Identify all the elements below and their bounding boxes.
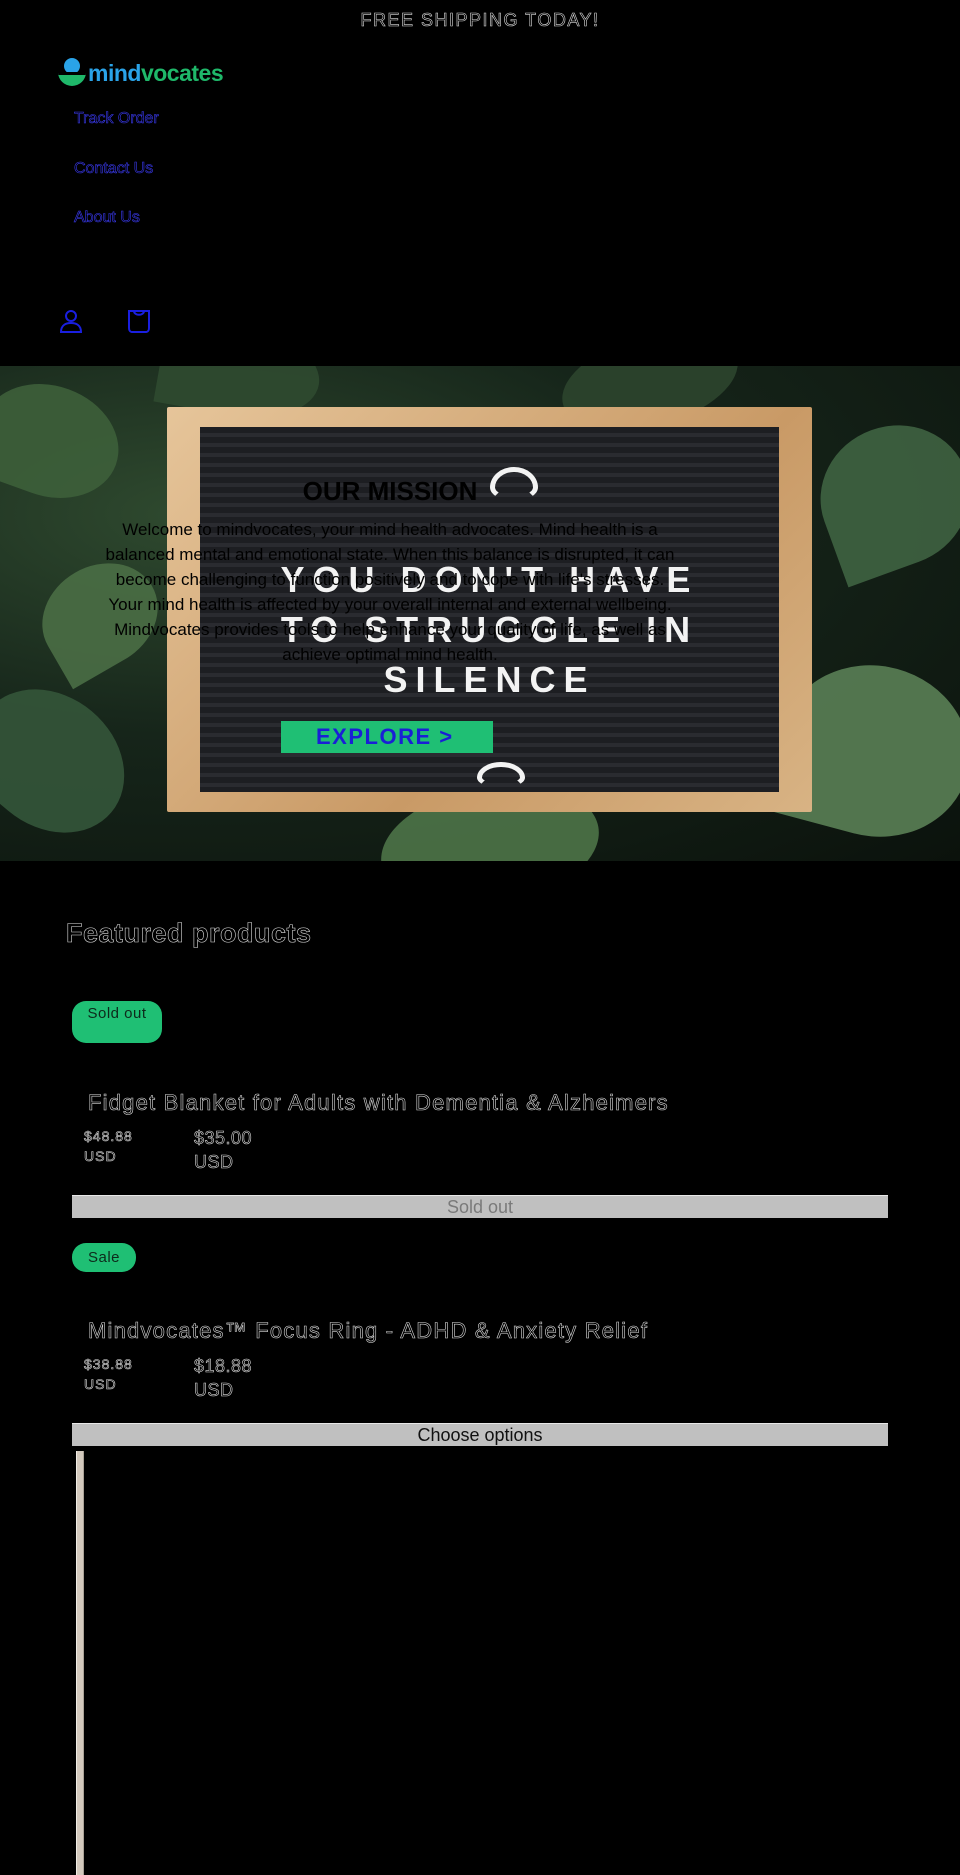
header-icons	[58, 308, 152, 334]
product-title[interactable]: Fidget Blanket for Adults with Dementia …	[88, 1090, 669, 1116]
nav-contact-us[interactable]: Contact Us	[74, 158, 159, 208]
nav-track-order[interactable]: Track Order	[74, 108, 159, 158]
account-icon[interactable]	[58, 308, 84, 334]
sold-out-button[interactable]: Sold out	[72, 1195, 888, 1218]
regular-price: $38.88 USD	[84, 1356, 133, 1393]
mission-title: OUR MISSION	[302, 476, 478, 506]
featured-products-title: Featured products	[66, 918, 312, 949]
sale-price: $35.00 USD	[194, 1128, 253, 1173]
logo[interactable]: mindvocates	[58, 58, 224, 88]
mission-block: OUR MISSION Welcome to mindvocates, your…	[100, 476, 680, 667]
heart-icon	[477, 762, 525, 788]
choose-options-button[interactable]: Choose options	[72, 1423, 888, 1446]
explore-button[interactable]: EXPLORE >	[281, 721, 493, 753]
product-title[interactable]: Mindvocates™ Focus Ring - ADHD & Anxiety…	[88, 1318, 648, 1344]
sold-out-badge: Sold out	[72, 1001, 162, 1043]
leaf-decoration	[800, 404, 960, 588]
logo-icon	[58, 58, 86, 88]
sale-badge: Sale	[72, 1243, 136, 1272]
nav-about-us[interactable]: About Us	[74, 207, 159, 257]
sale-price: $18.88 USD	[194, 1356, 253, 1401]
slider-track[interactable]	[76, 1451, 84, 1875]
logo-wordmark: mindvocates	[88, 59, 224, 86]
cart-icon[interactable]	[126, 308, 152, 334]
mission-text: Welcome to mindvocates, your mind health…	[105, 520, 675, 664]
announcement-bar: FREE SHIPPING TODAY!	[360, 10, 600, 31]
leaf-decoration	[0, 659, 154, 861]
regular-price: $48.88 USD	[84, 1128, 133, 1165]
product-price: $48.88 USD $35.00 USD	[84, 1126, 252, 1174]
main-nav: Track Order Contact Us About Us	[74, 108, 159, 257]
product-price: $38.88 USD $18.88 USD	[84, 1354, 252, 1402]
